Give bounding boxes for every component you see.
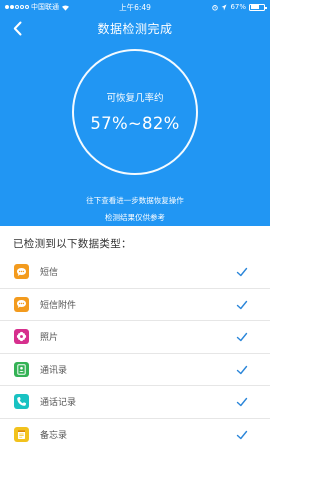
status-time: 上午6:49 <box>119 3 151 12</box>
list-item-call-log[interactable]: 通话记录 <box>0 386 270 419</box>
section-title: 已检测到以下数据类型： <box>13 238 132 250</box>
list-item-label: 照片 <box>40 333 59 344</box>
check-icon <box>236 365 248 374</box>
recovery-rate-value: 57%~82% <box>90 113 180 133</box>
recovery-rate-ring: 可恢复几率约 57%~82% <box>70 47 200 177</box>
check-icon <box>236 332 248 342</box>
chat-bubble-icon <box>14 264 29 280</box>
chat-bubble-icon <box>14 296 29 312</box>
status-bar: 中国联通 上午6:49 67% <box>0 0 270 14</box>
list-item-label: 通话记录 <box>40 398 77 409</box>
list-item-label: 通讯录 <box>40 365 68 376</box>
page-title: 数据检测完成 <box>97 21 173 36</box>
contact-card-icon <box>14 361 29 377</box>
chevron-left-icon <box>13 21 21 35</box>
phone-icon <box>14 394 29 410</box>
list-item-sms[interactable]: 短信 <box>0 256 270 289</box>
list-item-notes[interactable]: 备忘录 <box>0 419 270 452</box>
data-type-list: 短信 短信附件 照片 通讯录 通话记录 备忘录 <box>0 256 270 451</box>
list-item-label: 备忘录 <box>40 431 68 442</box>
list-item-contacts[interactable]: 通讯录 <box>0 354 270 386</box>
notepad-icon <box>14 427 29 443</box>
check-icon <box>236 430 248 439</box>
check-icon <box>236 397 248 407</box>
check-icon <box>236 267 248 277</box>
hint-scroll-down: 往下查看进一步数据恢复操作 <box>86 196 184 205</box>
list-item-label: 短信附件 <box>40 300 77 311</box>
header-panel: 中国联通 上午6:49 67% 数据检测完成 可恢复几率约 57%~82% 往下… <box>0 0 270 226</box>
list-item-sms-attachments[interactable]: 短信附件 <box>0 289 270 321</box>
check-icon <box>236 300 248 309</box>
recovery-rate-label: 可恢复几率约 <box>106 92 164 104</box>
flower-icon <box>14 329 29 345</box>
back-button[interactable] <box>8 18 26 38</box>
list-item-photos[interactable]: 照片 <box>0 321 270 354</box>
hint-reference-only: 检测结果仅供参考 <box>105 213 165 222</box>
nav-bar: 数据检测完成 <box>0 14 270 42</box>
battery-icon <box>249 3 267 11</box>
list-item-label: 短信 <box>40 268 59 279</box>
